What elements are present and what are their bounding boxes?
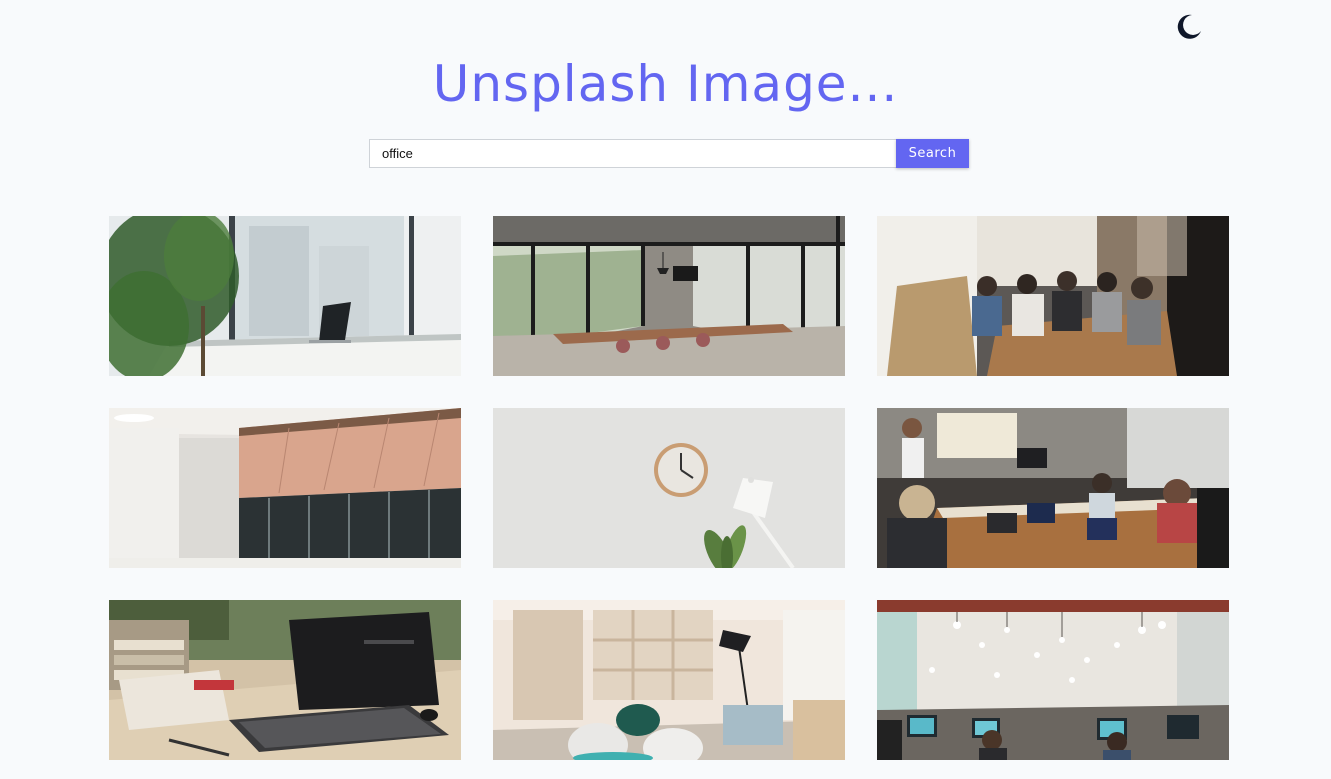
image-card[interactable] xyxy=(109,600,461,760)
moon-icon xyxy=(1177,14,1201,39)
search-button[interactable]: Search xyxy=(896,139,969,168)
image-card[interactable] xyxy=(493,408,845,568)
laptop-books-image xyxy=(109,600,461,760)
open-office-image xyxy=(877,600,1229,760)
presentation-meeting-image xyxy=(877,408,1229,568)
image-card[interactable] xyxy=(877,408,1229,568)
team-meeting-image xyxy=(877,216,1229,376)
conference-room-image xyxy=(493,216,845,376)
image-card[interactable] xyxy=(493,216,845,376)
image-grid xyxy=(109,216,1229,760)
image-card[interactable] xyxy=(877,600,1229,760)
search-form: Search xyxy=(369,139,969,168)
image-card[interactable] xyxy=(109,216,461,376)
theme-toggle-button[interactable] xyxy=(1175,13,1203,41)
image-card[interactable] xyxy=(877,216,1229,376)
image-card[interactable] xyxy=(493,600,845,760)
office-ceiling-image xyxy=(109,408,461,568)
office-desk-image xyxy=(109,216,461,376)
search-input[interactable] xyxy=(369,139,896,168)
page-title: Unsplash Image... xyxy=(432,55,899,113)
wall-clock-image xyxy=(493,408,845,568)
lounge-chairs-image xyxy=(493,600,845,760)
image-card[interactable] xyxy=(109,408,461,568)
